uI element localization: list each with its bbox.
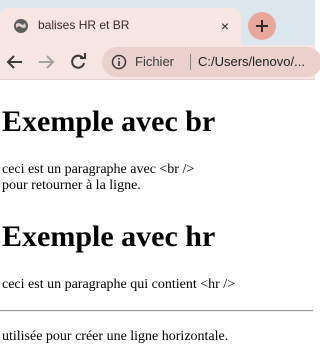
address-divider [190,54,191,70]
globe-icon [13,18,29,34]
address-bar[interactable]: Fichier C:/Users/lenovo/... [102,47,320,77]
tab-title: balises HR et BR [38,18,130,32]
browser-toolbar: Fichier C:/Users/lenovo/... [0,45,320,80]
url-text[interactable]: C:/Users/lenovo/... [198,54,305,69]
heading-hr-example: Exemple avec hr [2,220,216,253]
info-icon[interactable] [111,54,127,70]
new-tab-button[interactable] [248,12,276,40]
reload-icon [71,53,86,69]
back-button[interactable] [5,52,25,72]
tab-strip: balises HR et BR × [0,0,315,45]
horizontal-rule [0,310,313,312]
page-content: Exemple avec br ceci est un paragraphe a… [0,80,315,363]
heading-br-example: Exemple avec br [2,105,216,138]
forward-button[interactable] [36,52,56,72]
paragraph-br-line-1: ceci est un paragraphe avec <br /> [2,162,195,177]
paragraph-br-line-2: pour retourner à la ligne. [2,178,141,193]
plus-icon [256,20,268,32]
paragraph-hr: ceci est un paragraphe qui contient <hr … [2,277,236,292]
reload-button[interactable] [68,52,88,72]
paragraph-after-hr: utilisée pour créer une ligne horizontal… [2,329,229,344]
browser-tab[interactable]: balises HR et BR × [0,8,241,45]
arrow-left-icon [6,55,22,69]
arrow-right-icon [39,55,55,69]
scheme-label: Fichier [135,54,175,69]
close-tab-icon[interactable]: × [217,18,233,34]
